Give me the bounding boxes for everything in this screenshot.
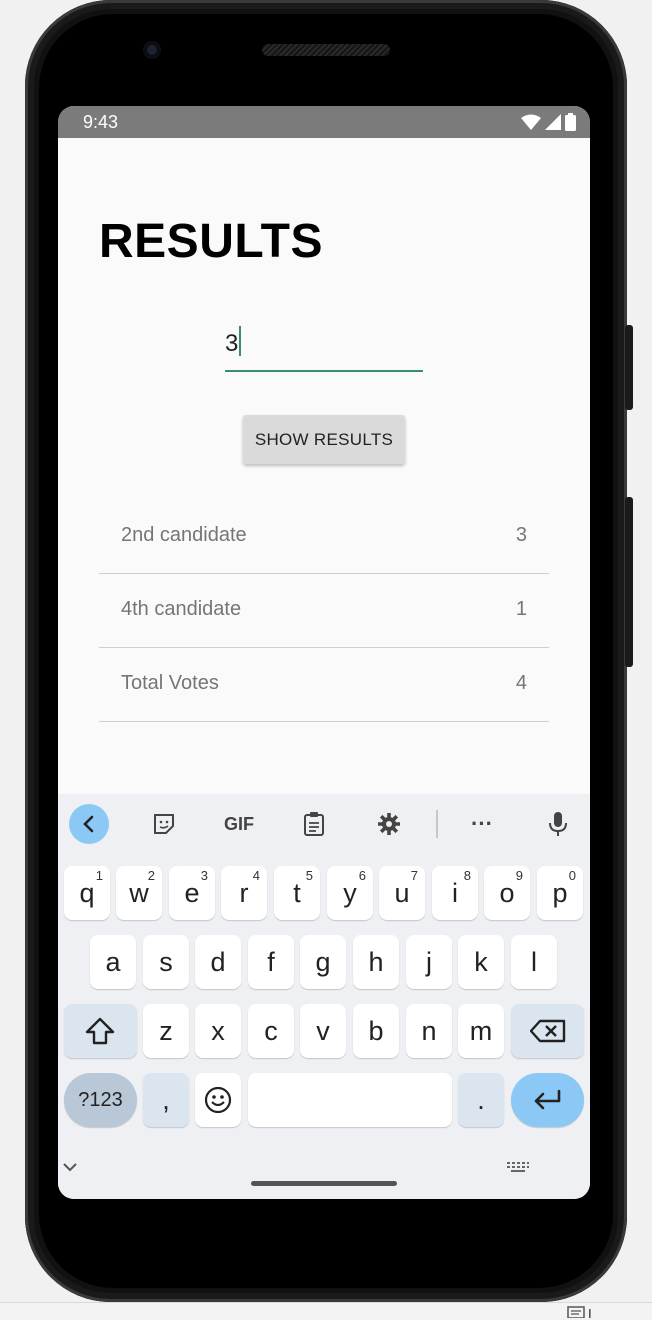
key-b[interactable]: b xyxy=(353,1004,399,1058)
key-o[interactable]: 9o xyxy=(484,866,530,920)
app-screen: 9:43 RESULTS 3 SHOW RESULTS 2nd candidat… xyxy=(58,106,590,1199)
result-label: Total Votes xyxy=(121,672,219,694)
key-x[interactable]: x xyxy=(195,1004,241,1058)
key-j[interactable]: j xyxy=(406,935,452,989)
status-time: 9:43 xyxy=(83,112,119,132)
emoji-key[interactable] xyxy=(195,1073,241,1127)
gif-button[interactable]: GIF xyxy=(219,804,259,844)
voice-input-button[interactable] xyxy=(538,804,578,844)
battery-icon xyxy=(565,113,576,131)
key-s[interactable]: s xyxy=(143,935,189,989)
text-caret xyxy=(239,326,242,356)
key-e[interactable]: 3e xyxy=(169,866,215,920)
keyboard-icon xyxy=(507,1162,529,1172)
result-value: 1 xyxy=(515,598,527,620)
toolbar-divider xyxy=(436,810,438,838)
result-label: 4th candidate xyxy=(121,598,242,620)
keyboard-toolbar: GIF ··· xyxy=(58,794,590,852)
key-m[interactable]: m xyxy=(458,1004,504,1058)
clipboard-icon xyxy=(304,812,324,836)
result-label: 2nd candidate xyxy=(121,524,247,546)
keyboard-switcher-button[interactable] xyxy=(506,1160,530,1178)
result-row: 4th candidate 1 xyxy=(99,574,549,648)
key-w[interactable]: 2w xyxy=(116,866,162,920)
enter-key[interactable] xyxy=(511,1073,584,1127)
key-r[interactable]: 4r xyxy=(221,866,267,920)
key-q[interactable]: 1q xyxy=(64,866,110,920)
key-a[interactable]: a xyxy=(90,935,136,989)
collapse-toolbar-button[interactable] xyxy=(69,804,109,844)
key-n[interactable]: n xyxy=(406,1004,452,1058)
shift-key[interactable] xyxy=(64,1004,137,1058)
show-results-button[interactable]: SHOW RESULTS xyxy=(243,415,405,464)
front-camera xyxy=(143,41,161,59)
key-p[interactable]: 0p xyxy=(537,866,583,920)
host-window-edge xyxy=(0,1302,652,1319)
key-v[interactable]: v xyxy=(300,1004,346,1058)
volume-button xyxy=(625,497,633,667)
key-u[interactable]: 7u xyxy=(379,866,425,920)
page-title: RESULTS xyxy=(99,215,323,268)
cell-signal-icon xyxy=(545,114,561,130)
status-bar: 9:43 xyxy=(58,106,590,138)
key-t[interactable]: 5t xyxy=(274,866,320,920)
number-input[interactable]: 3 xyxy=(225,320,423,372)
space-key[interactable] xyxy=(248,1073,452,1127)
key-d[interactable]: d xyxy=(195,935,241,989)
chevron-down-icon xyxy=(63,1163,77,1172)
key-l[interactable]: l xyxy=(511,935,557,989)
key-k[interactable]: k xyxy=(458,935,504,989)
enter-arrow-icon xyxy=(534,1089,561,1110)
sticker-button[interactable] xyxy=(144,804,184,844)
key-f[interactable]: f xyxy=(248,935,294,989)
period-key[interactable]: . xyxy=(458,1073,504,1127)
home-gesture-bar[interactable] xyxy=(251,1181,397,1186)
sticker-icon xyxy=(154,814,174,834)
key-y[interactable]: 6y xyxy=(327,866,373,920)
wifi-icon xyxy=(521,114,541,130)
clipboard-button[interactable] xyxy=(294,804,334,844)
hide-keyboard-button[interactable] xyxy=(62,1156,78,1177)
number-input-value: 3 xyxy=(225,330,239,357)
key-h[interactable]: h xyxy=(353,935,399,989)
key-z[interactable]: z xyxy=(143,1004,189,1058)
power-button xyxy=(625,325,633,410)
result-row: Total Votes 4 xyxy=(99,648,549,722)
soft-keyboard: GIF ··· 1q 2w 3e 4r 5t 6y 7u 8i 9o 0p a … xyxy=(58,794,590,1199)
more-options-button[interactable]: ··· xyxy=(462,804,502,844)
result-value: 3 xyxy=(515,524,527,546)
shift-icon xyxy=(85,1017,115,1045)
backspace-icon xyxy=(530,1019,566,1043)
result-row: 2nd candidate 3 xyxy=(99,500,549,574)
results-list: 2nd candidate 3 4th candidate 1 Total Vo… xyxy=(99,500,549,722)
document-icon xyxy=(567,1306,591,1319)
gear-icon xyxy=(378,813,400,835)
earpiece-speaker xyxy=(262,44,390,56)
backspace-key[interactable] xyxy=(511,1004,584,1058)
symbols-key[interactable]: ?123 xyxy=(64,1073,137,1127)
key-g[interactable]: g xyxy=(300,935,346,989)
microphone-icon xyxy=(549,812,567,836)
status-icons xyxy=(521,112,576,132)
key-i[interactable]: 8i xyxy=(432,866,478,920)
settings-button[interactable] xyxy=(369,804,409,844)
chevron-left-icon xyxy=(83,815,94,833)
result-value: 4 xyxy=(515,672,527,694)
emoji-icon xyxy=(204,1086,232,1114)
comma-key[interactable]: , xyxy=(143,1073,189,1127)
key-c[interactable]: c xyxy=(248,1004,294,1058)
